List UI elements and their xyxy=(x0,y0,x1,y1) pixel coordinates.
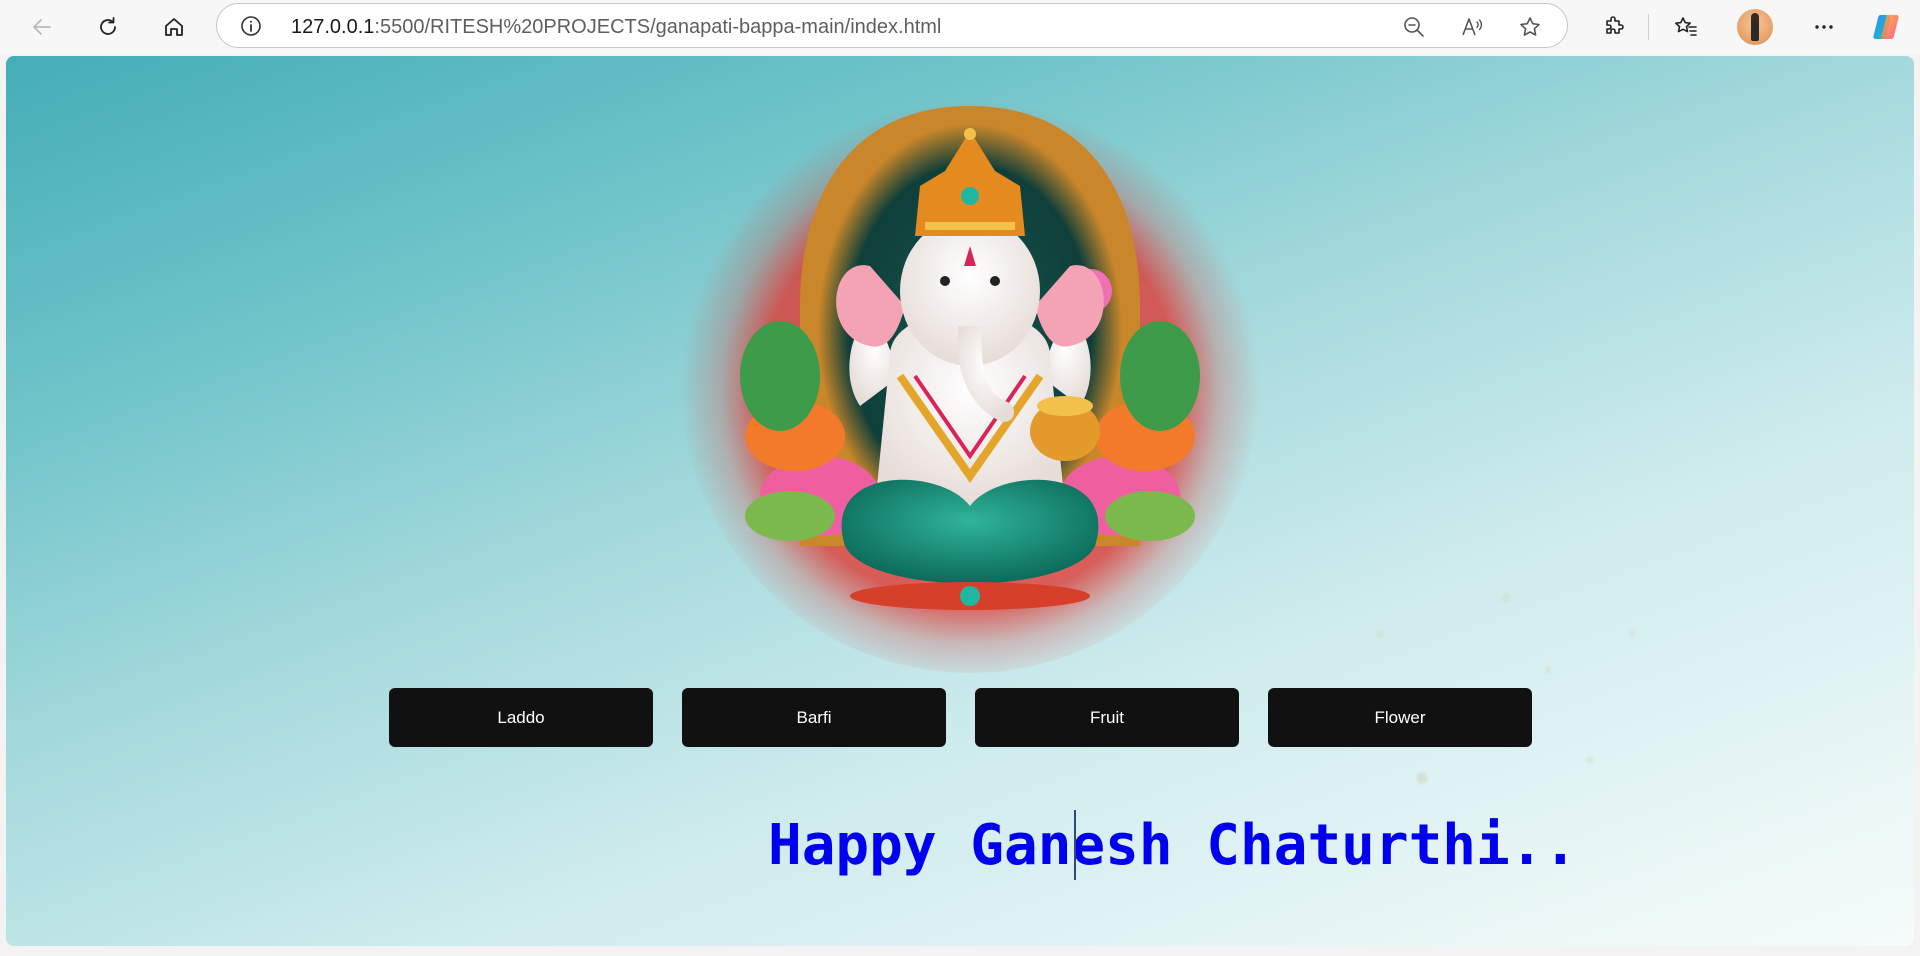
favorites-button[interactable] xyxy=(1668,9,1704,45)
extensions-button[interactable] xyxy=(1596,9,1632,45)
avatar-head xyxy=(1751,13,1759,21)
puzzle-icon xyxy=(1606,16,1624,34)
reload-icon xyxy=(100,17,116,35)
url-host: 127.0.0.1 xyxy=(291,16,375,38)
avatar[interactable] xyxy=(1737,9,1773,45)
url-path: :5500/RITESH%20PROJECTS/ganapati-bappa-m… xyxy=(374,16,942,38)
back-button[interactable] xyxy=(24,9,60,45)
zoom-button[interactable] xyxy=(1401,14,1427,40)
greeting-heading: Happy Ganesh Chaturthi.. xyxy=(768,813,1578,878)
back-arrow-icon xyxy=(33,19,51,35)
laddo-button[interactable]: Laddo xyxy=(389,688,653,747)
browser-toolbar: 127.0.0.1:5500/RITESH%20PROJECTS/ganapat… xyxy=(0,0,1920,54)
offering-buttons: Laddo Barfi Fruit Flower xyxy=(389,688,1537,748)
home-button[interactable] xyxy=(156,9,192,45)
barfi-button[interactable]: Barfi xyxy=(682,688,946,747)
site-info-button[interactable] xyxy=(239,14,263,38)
zoom-out-icon xyxy=(1404,17,1424,37)
flower-button[interactable]: Flower xyxy=(1268,688,1532,747)
favorites-icon xyxy=(1675,17,1697,36)
home-icon xyxy=(165,18,183,36)
more-icon xyxy=(1815,25,1833,29)
copilot-button[interactable] xyxy=(1868,9,1904,45)
url-text[interactable]: 127.0.0.1:5500/RITESH%20PROJECTS/ganapat… xyxy=(291,16,941,39)
ganesha-image xyxy=(670,76,1270,676)
read-aloud-button[interactable] xyxy=(1459,14,1485,40)
copilot-icon xyxy=(1873,15,1899,39)
info-icon xyxy=(241,16,261,36)
more-button[interactable] xyxy=(1806,9,1842,45)
ganesha-illustration xyxy=(680,89,1260,673)
page-viewport: Laddo Barfi Fruit Flower Happy Ganesh Ch… xyxy=(6,56,1914,946)
star-icon xyxy=(1520,17,1540,36)
read-aloud-icon xyxy=(1462,18,1483,36)
address-bar[interactable]: 127.0.0.1:5500/RITESH%20PROJECTS/ganapat… xyxy=(216,3,1568,48)
reload-button[interactable] xyxy=(90,9,126,45)
fruit-button[interactable]: Fruit xyxy=(975,688,1239,747)
favorite-button[interactable] xyxy=(1517,14,1543,40)
toolbar-divider xyxy=(1648,14,1649,40)
text-caret xyxy=(1074,810,1076,880)
